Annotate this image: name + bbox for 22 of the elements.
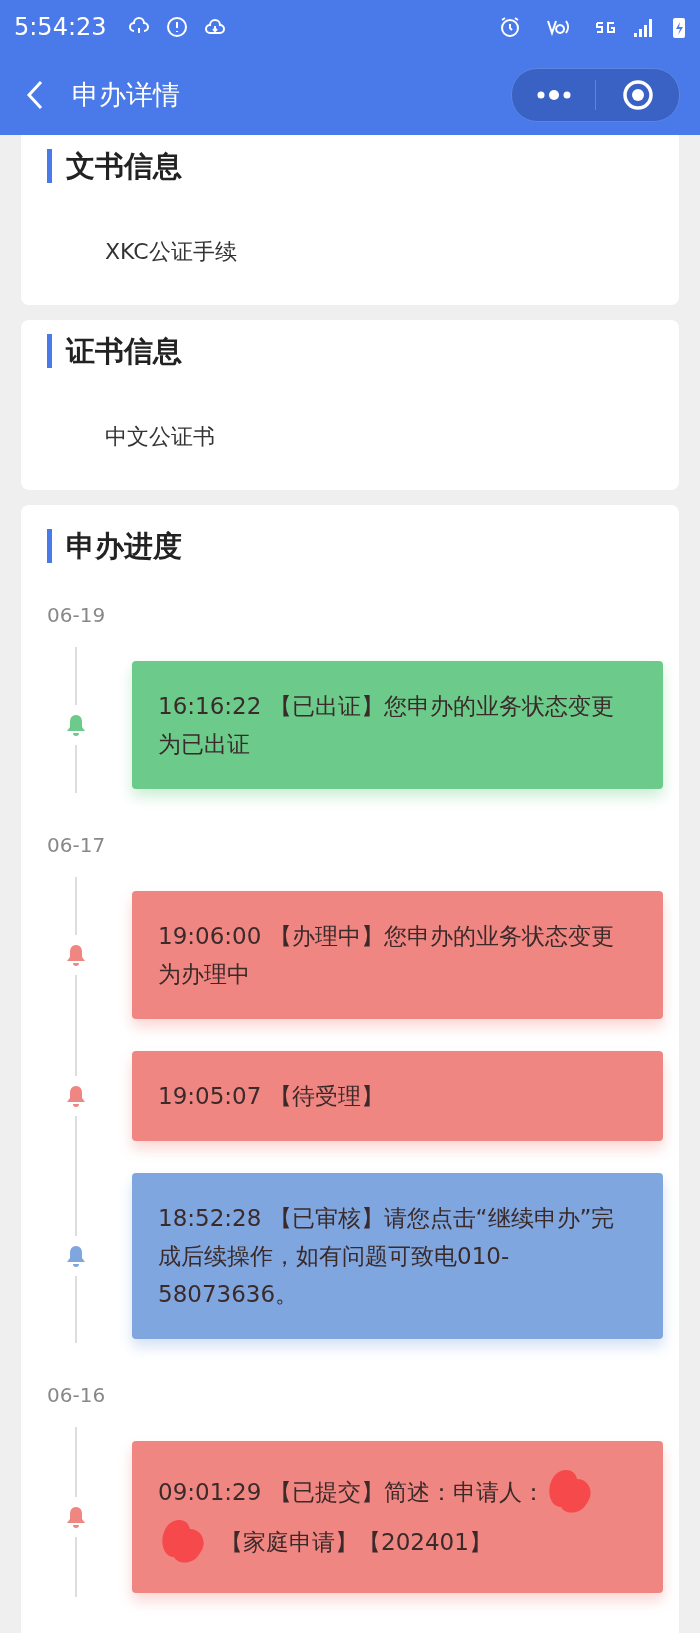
section-title: 证书信息 xyxy=(47,334,653,368)
status-message: 19:06:00 【办理中】您申办的业务状态变更为办理中 xyxy=(158,923,614,987)
timeline-date: 06-16 xyxy=(47,1383,107,1407)
section-value: XKC公证手续 xyxy=(105,238,238,266)
section-title: 申办进度 xyxy=(47,529,663,563)
back-icon[interactable] xyxy=(26,79,44,110)
alarm-icon xyxy=(498,15,522,39)
section-value: 中文公证书 xyxy=(105,423,216,451)
status-message: 19:05:07 【待受理】 xyxy=(158,1083,384,1109)
target-icon[interactable] xyxy=(621,78,654,111)
status-message: 16:16:22 【已出证】您申办的业务状态变更为已出证 xyxy=(158,693,614,757)
page-title: 申办详情 xyxy=(72,77,180,112)
alert-icon xyxy=(164,15,189,39)
section-title: 文书信息 xyxy=(47,149,653,183)
status-message: 09:01:29 【已提交】简述：申请人： xyxy=(158,1478,545,1507)
status-message: 18:52:28 【已审核】请您点击“继续申办”完成后续操作，如有问题可致电010-58073636。 xyxy=(158,1205,615,1307)
battery-icon xyxy=(672,15,686,39)
more-icon[interactable] xyxy=(535,89,572,100)
status-message: 【家庭申请】【202401】 xyxy=(220,1528,492,1557)
timeline-date: 06-19 xyxy=(47,603,107,627)
timeline-date: 06-17 xyxy=(47,833,107,857)
status-time: 5:54:23 xyxy=(14,13,107,41)
